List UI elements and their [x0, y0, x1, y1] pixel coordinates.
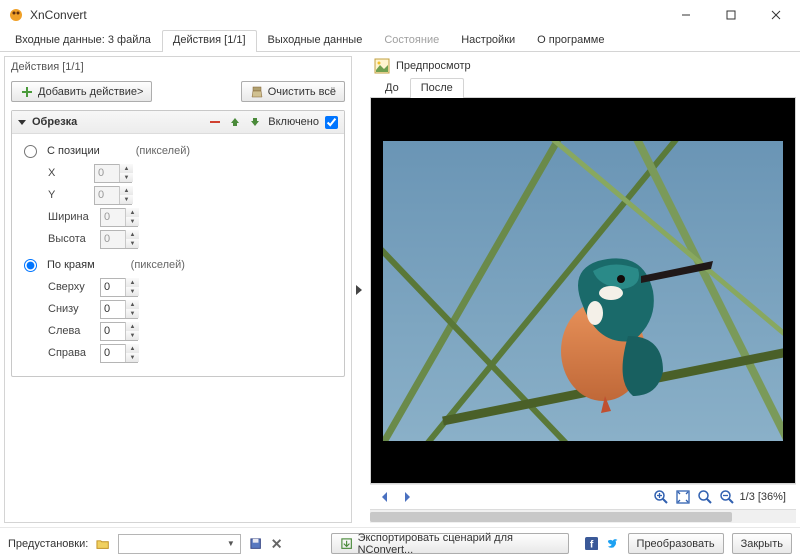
- clear-all-label: Очистить всё: [268, 86, 336, 98]
- width-spinner: ▲▼: [100, 208, 138, 227]
- svg-text:f: f: [590, 539, 594, 550]
- convert-label: Преобразовать: [637, 538, 715, 550]
- folder-icon[interactable]: [96, 537, 109, 551]
- save-preset-icon[interactable]: [249, 537, 262, 551]
- export-nconvert-button[interactable]: Экспортировать сценарий для NConvert...: [331, 533, 569, 554]
- minimize-button[interactable]: [663, 1, 708, 29]
- height-label: Высота: [48, 233, 94, 245]
- crop-header: Обрезка Включено: [12, 111, 344, 134]
- preview-title: Предпросмотр: [396, 60, 471, 72]
- footer: Предустановки: ▼ Экспортировать сценарий…: [0, 527, 800, 559]
- preview-image: [371, 98, 795, 483]
- left-label: Слева: [48, 325, 94, 337]
- crop-title: Обрезка: [32, 116, 202, 128]
- maximize-button[interactable]: [708, 1, 753, 29]
- facebook-icon[interactable]: f: [585, 537, 598, 551]
- top-spinner[interactable]: ▲▼: [100, 278, 138, 297]
- tab-input[interactable]: Входные данные: 3 файла: [4, 30, 162, 52]
- width-label: Ширина: [48, 211, 94, 223]
- add-action-label: Добавить действие>: [38, 86, 143, 98]
- left-spinner[interactable]: ▲▼: [100, 322, 138, 341]
- right-spinner[interactable]: ▲▼: [100, 344, 138, 363]
- preview-area: [370, 98, 796, 484]
- unit-label-2: (пикселей): [131, 259, 185, 271]
- from-position-radio[interactable]: [24, 145, 37, 158]
- tab-output[interactable]: Выходные данные: [257, 30, 374, 52]
- presets-combo[interactable]: ▼: [118, 534, 241, 554]
- tab-before[interactable]: До: [374, 78, 410, 98]
- delete-preset-icon[interactable]: [270, 537, 283, 551]
- preview-toolbar: 1/3 [36%]: [370, 484, 796, 509]
- by-edges-radio[interactable]: [24, 259, 37, 272]
- preview-status: 1/3 [36%]: [740, 491, 786, 503]
- collapse-icon[interactable]: [18, 120, 26, 125]
- close-app-button[interactable]: Закрыть: [732, 533, 792, 554]
- transfer-arrow[interactable]: [352, 56, 366, 523]
- presets-label: Предустановки:: [8, 538, 88, 550]
- crop-action: Обрезка Включено С позиции (пикселей) X ▲…: [11, 110, 345, 377]
- close-button[interactable]: [753, 1, 798, 29]
- x-spinner: ▲▼: [94, 164, 132, 183]
- zoom-out-button[interactable]: [718, 488, 736, 506]
- crop-body: С позиции (пикселей) X▲▼ Y▲▼ Ширина▲▼ Вы…: [12, 134, 344, 376]
- plus-icon: [20, 85, 34, 99]
- convert-button[interactable]: Преобразовать: [628, 533, 724, 554]
- preview-panel: Предпросмотр До После: [370, 56, 796, 523]
- enabled-checkbox[interactable]: [325, 116, 338, 129]
- twitter-icon[interactable]: [606, 537, 619, 551]
- actions-panel: Действия [1/1] Добавить действие> Очисти…: [4, 56, 352, 523]
- bottom-label: Снизу: [48, 303, 94, 315]
- export-label: Экспортировать сценарий для NConvert...: [358, 532, 560, 556]
- move-down-icon[interactable]: [248, 115, 262, 129]
- remove-action-icon[interactable]: [208, 115, 222, 129]
- tab-status: Состояние: [373, 30, 450, 52]
- y-label: Y: [48, 189, 88, 201]
- top-label: Сверху: [48, 281, 94, 293]
- enabled-label: Включено: [268, 116, 319, 128]
- move-up-icon[interactable]: [228, 115, 242, 129]
- app-icon: [8, 7, 24, 23]
- fit-button[interactable]: [674, 488, 692, 506]
- preview-tabs: До После: [370, 78, 796, 98]
- preview-icon: [374, 58, 390, 74]
- y-spinner: ▲▼: [94, 186, 132, 205]
- right-label: Справа: [48, 347, 94, 359]
- preview-scrollbar[interactable]: [370, 509, 796, 523]
- x-label: X: [48, 167, 88, 179]
- height-spinner: ▲▼: [100, 230, 138, 249]
- by-edges-label: По краям: [47, 259, 95, 271]
- tab-settings[interactable]: Настройки: [450, 30, 526, 52]
- actions-toolbar: Добавить действие> Очистить всё: [5, 77, 351, 106]
- from-position-label: С позиции: [47, 145, 100, 157]
- zoom-in-button[interactable]: [652, 488, 670, 506]
- main-tabs: Входные данные: 3 файла Действия [1/1] В…: [0, 30, 800, 52]
- close-label: Закрыть: [741, 538, 783, 550]
- tab-about[interactable]: О программе: [526, 30, 615, 52]
- tab-actions[interactable]: Действия [1/1]: [162, 30, 257, 52]
- next-image-button[interactable]: [398, 488, 416, 506]
- titlebar: XnConvert: [0, 0, 800, 30]
- actual-size-button[interactable]: [696, 488, 714, 506]
- broom-icon: [250, 85, 264, 99]
- preview-header: Предпросмотр: [370, 56, 796, 76]
- bottom-spinner[interactable]: ▲▼: [100, 300, 138, 319]
- add-action-button[interactable]: Добавить действие>: [11, 81, 152, 102]
- clear-all-button[interactable]: Очистить всё: [241, 81, 345, 102]
- window-title: XnConvert: [30, 8, 663, 22]
- actions-header: Действия [1/1]: [5, 57, 351, 77]
- prev-image-button[interactable]: [376, 488, 394, 506]
- unit-label: (пикселей): [136, 145, 190, 157]
- export-icon: [340, 537, 353, 551]
- tab-after[interactable]: После: [410, 78, 464, 98]
- main-content: Действия [1/1] Добавить действие> Очисти…: [0, 52, 800, 527]
